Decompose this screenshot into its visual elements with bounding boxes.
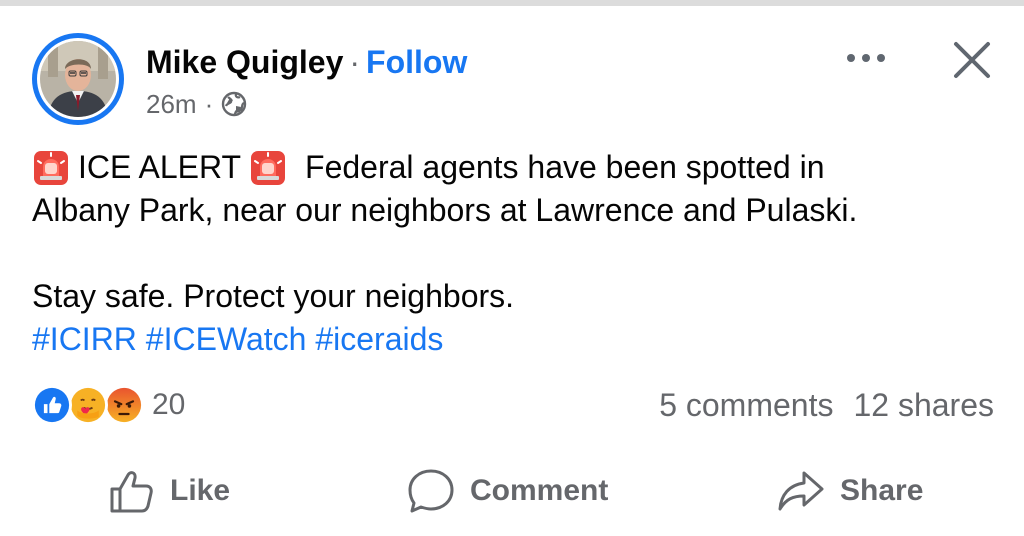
reaction-count: 20 (152, 388, 186, 421)
post-text-line: Federal agents have been spotted in (305, 149, 825, 185)
author-line: Mike Quigley · Follow (146, 40, 467, 84)
siren-emoji-icon (34, 150, 68, 185)
share-label: Share (840, 474, 924, 507)
separator: · (349, 44, 361, 80)
alert-label: ICE ALERT (78, 149, 242, 185)
share-button[interactable]: Share (776, 466, 923, 516)
shares-count[interactable]: 12 shares (853, 387, 994, 423)
engagement-stats: 5 comments 12 shares (659, 385, 994, 425)
more-options-button[interactable] (840, 40, 892, 76)
like-button[interactable]: Like (108, 466, 230, 516)
top-divider (0, 0, 1024, 6)
comments-count[interactable]: 5 comments (659, 387, 833, 423)
timestamp[interactable]: 26m (146, 86, 197, 122)
avatar[interactable] (32, 33, 124, 125)
post-line-3: Stay safe. Protect your neighbors. (32, 275, 992, 318)
share-icon (778, 471, 824, 511)
comment-label: Comment (470, 474, 609, 507)
hashtag-link[interactable]: #ICEWatch (146, 318, 307, 361)
post-text-line: Albany Park, near our neighbors at Lawre… (32, 192, 858, 228)
close-button[interactable] (948, 36, 996, 84)
post-line-1: ICE ALERT Federal agents have been spott… (32, 146, 992, 189)
care-reaction-icon (68, 385, 108, 425)
reactions-summary[interactable]: 20 (32, 385, 185, 425)
meta-separator: · (204, 89, 214, 119)
hashtag-link[interactable]: #iceraids (315, 318, 443, 361)
action-bar: Like Comment Share (0, 466, 1024, 516)
like-label: Like (170, 474, 231, 507)
follow-button[interactable]: Follow (366, 44, 467, 80)
post-text: ICE ALERT Federal agents have been spott… (32, 146, 992, 361)
comment-button[interactable]: Comment (406, 466, 608, 516)
like-icon (110, 471, 153, 513)
angry-reaction-icon (104, 385, 144, 425)
author-name[interactable]: Mike Quigley (146, 44, 343, 80)
post-meta: 26m · (146, 86, 247, 122)
hashtag-link[interactable]: #ICIRR (32, 318, 137, 361)
close-icon (954, 42, 990, 78)
like-reaction-icon (32, 385, 72, 425)
siren-emoji-icon (251, 150, 286, 185)
post-line-2: Albany Park, near our neighbors at Lawre… (32, 189, 992, 232)
globe-icon[interactable] (221, 91, 247, 117)
comment-icon (408, 469, 454, 513)
post-text-line: Stay safe. Protect your neighbors. (32, 278, 515, 314)
profile-photo (40, 41, 116, 117)
more-icon (847, 54, 885, 62)
hashtags: #ICIRR #ICEWatch #iceraids (32, 318, 992, 361)
